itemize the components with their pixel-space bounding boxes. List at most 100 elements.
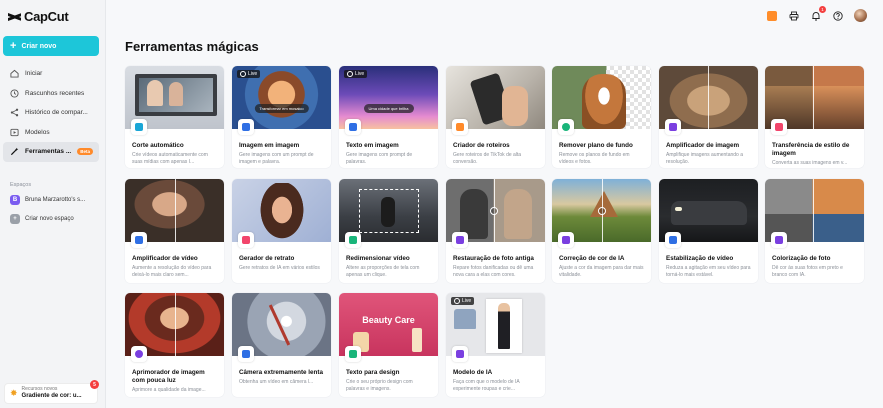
remove-background-icon <box>558 119 574 135</box>
beta-badge: Beta <box>77 148 94 156</box>
tool-card-video-upscaler[interactable]: Amplificador de vídeo Aumente a resoluçã… <box>125 179 224 283</box>
tool-card-low-light-enhancer[interactable]: Aprimorador de imagem com pouca luz Apri… <box>125 293 224 397</box>
style-transfer-icon <box>771 119 787 135</box>
new-features-promo[interactable]: ✸ Recursos novos Gradiente de cor: u... … <box>4 380 99 404</box>
create-space-label: Criar novo espaço <box>25 216 74 222</box>
portrait-generator-icon <box>238 232 254 248</box>
card-title: Redimensionar vídeo <box>346 255 410 262</box>
card-description: Aprimore a qualidade da image... <box>132 386 206 393</box>
sidebar-item-label: Ferramentas ... <box>25 148 72 156</box>
photo-colorization-icon <box>771 232 787 248</box>
tool-card-text-to-design[interactable]: Beauty Care Texto para design Crie o seu… <box>339 293 438 397</box>
design-overlay-text: Beauty Care <box>362 315 415 325</box>
clock-icon <box>10 89 19 98</box>
magic-tools-icon <box>10 147 19 156</box>
card-title: Aprimorador de imagem com pouca luz <box>132 369 205 384</box>
auto-cut-icon <box>131 119 147 135</box>
sidebar-item-recent-drafts[interactable]: Rascunhos recentes <box>3 84 99 104</box>
video-upscaler-icon <box>131 232 147 248</box>
card-description: Converta as suas imagens em v... <box>772 159 848 166</box>
tool-card-ai-color-correction[interactable]: Correção de cor de IA Ajuste a cor da im… <box>552 179 651 283</box>
image-to-image-icon <box>238 119 254 135</box>
card-title: Colorização de foto <box>772 255 831 262</box>
sidebar-item-share-history[interactable]: Histórico de compar... <box>3 103 99 123</box>
tool-card-resize-video[interactable]: Redimensionar vídeo Altere as proporções… <box>339 179 438 283</box>
card-title: Amplificador de vídeo <box>132 255 198 262</box>
card-description: Gere retratos de IA em vários estilos <box>239 264 320 271</box>
printer-button[interactable] <box>788 10 800 22</box>
home-icon <box>10 69 19 78</box>
card-title: Texto em imagem <box>346 142 399 149</box>
tool-card-portrait-generator[interactable]: Gerador de retrato Gere retratos de IA e… <box>232 179 331 283</box>
sidebar-item-templates[interactable]: Modelos <box>3 123 99 143</box>
capcut-logo[interactable]: CapCut <box>8 9 69 24</box>
low-light-enhancer-icon <box>131 346 147 362</box>
create-space-button[interactable]: + Criar novo espaço <box>10 214 102 224</box>
tool-card-remove-background[interactable]: Remover plano de fundo Remove os planos … <box>552 66 651 168</box>
card-description: Repare fotos danificadas ou dê uma nova … <box>453 264 534 278</box>
card-title: Imagem em imagem <box>239 142 300 149</box>
sidebar-item-magic-tools[interactable]: Ferramentas ... Beta <box>3 142 99 162</box>
card-title: Estabilização de vídeo <box>666 255 734 262</box>
live-badge: Live <box>451 297 475 305</box>
gift-icon <box>767 10 777 21</box>
card-title: Restauração de foto antiga <box>453 255 534 262</box>
prompt-pill: Uma cidade que brilha <box>363 104 414 113</box>
color-correction-icon <box>558 232 574 248</box>
promo-count-badge: 5 <box>90 380 99 389</box>
tool-card-super-slow-motion[interactable]: Câmera extremamente lenta Obtenha um víd… <box>232 293 331 397</box>
card-title: Modelo de IA <box>453 369 493 376</box>
notifications-button[interactable]: 1 <box>810 5 826 22</box>
card-description: Remove os planos de fundo em vídeos e fo… <box>559 151 630 165</box>
card-description: Crie o seu próprio design com palavras e… <box>346 378 413 392</box>
create-new-button[interactable]: + Criar novo <box>3 36 99 56</box>
tool-card-style-transfer[interactable]: Transferência de estilo de imagem Conver… <box>765 66 864 168</box>
user-avatar[interactable] <box>854 9 867 22</box>
card-description: Obtenha um vídeo em câmera l... <box>239 378 314 385</box>
live-badge: Live <box>237 70 261 78</box>
help-button[interactable] <box>832 10 844 22</box>
card-description: Reduza a agitação em seu vídeo para torn… <box>666 264 751 278</box>
sidebar-item-label: Histórico de compar... <box>25 109 88 117</box>
space-item-personal[interactable]: B Bruna Marzarotto's s... <box>10 195 102 205</box>
page-title: Ferramentas mágicas <box>125 39 259 54</box>
topbar-actions: 1 <box>766 5 867 22</box>
prompt-pill: Transformar em mosaico <box>254 104 309 113</box>
printer-icon <box>789 11 799 20</box>
card-description: Faça com que o modelo de IA experimente … <box>453 378 520 392</box>
sidebar: CapCut + Criar novo Iniciar Rascunhos re… <box>0 0 106 408</box>
card-title: Remover plano de fundo <box>559 142 633 149</box>
sidebar-item-home[interactable]: Iniciar <box>3 64 99 84</box>
tool-card-image-to-image[interactable]: Live Transformar em mosaico Imagem em im… <box>232 66 331 168</box>
share-icon <box>10 108 19 117</box>
tool-card-video-stabilization[interactable]: Estabilização de vídeo Reduza a agitação… <box>659 179 758 283</box>
photo-restoration-icon <box>452 232 468 248</box>
card-description: Altere as proporções de tela com apenas … <box>346 264 420 278</box>
card-description: Gere imagens com prompt de palavras. <box>346 151 413 165</box>
text-to-image-icon <box>345 119 361 135</box>
card-description: Ajuste a cor da imagem para dar mais vit… <box>559 264 644 278</box>
live-badge: Live <box>344 70 368 78</box>
capcut-logo-icon <box>8 12 21 22</box>
brand-name: CapCut <box>24 9 69 24</box>
sidebar-item-label: Iniciar <box>25 70 43 78</box>
tool-card-photo-colorization[interactable]: Colorização de foto Dê cor às suas fotos… <box>765 179 864 283</box>
tool-card-auto-cut[interactable]: Corte automático Crie vídeos automaticam… <box>125 66 224 168</box>
image-upscaler-icon <box>665 119 681 135</box>
card-title: Texto para design <box>346 369 400 376</box>
gift-button[interactable] <box>766 10 778 22</box>
tool-card-ai-model[interactable]: Live Modelo de IA Faça com que o modelo … <box>446 293 545 397</box>
tool-card-old-photo-restoration[interactable]: Restauração de foto antiga Repare fotos … <box>446 179 545 283</box>
tool-card-script-creator[interactable]: Criador de roteiros Gere roteiros de Tik… <box>446 66 545 168</box>
create-new-label: Criar novo <box>21 42 57 50</box>
plus-icon: + <box>10 39 17 52</box>
card-description: Crie vídeos automaticamente com suas míd… <box>132 151 208 165</box>
card-description: Gere roteiros de TikTok de alta conversã… <box>453 151 522 165</box>
card-description: Gere imagens com um prompt de imagem e p… <box>239 151 314 165</box>
spaces-heading: Espaços <box>10 182 32 188</box>
card-title: Criador de roteiros <box>453 142 510 149</box>
template-icon <box>10 128 19 137</box>
sidebar-item-label: Rascunhos recentes <box>25 89 85 97</box>
tool-card-image-upscaler[interactable]: Amplificador de imagem Amplifique imagen… <box>659 66 758 168</box>
tool-card-text-to-image[interactable]: Live Uma cidade que brilha Texto em imag… <box>339 66 438 168</box>
